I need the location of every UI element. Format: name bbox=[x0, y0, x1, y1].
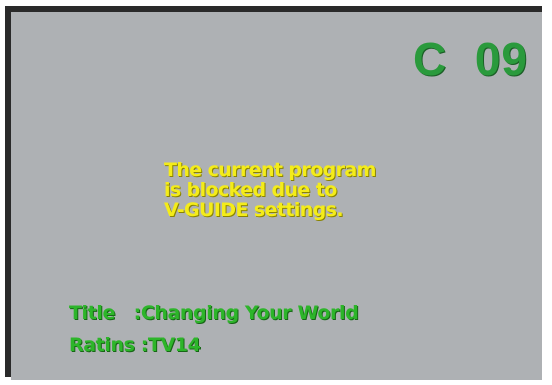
program-title-label: Title bbox=[69, 302, 115, 324]
program-title-value: :Changing Your World bbox=[133, 302, 359, 324]
program-rating-value: :TV14 bbox=[140, 334, 201, 356]
blocked-message-line-2: is blocked due to bbox=[164, 179, 337, 201]
blocked-message-line-1: The current program bbox=[164, 159, 376, 181]
channel-number: C 09 bbox=[413, 33, 528, 85]
program-rating-row: Ratins :TV14 bbox=[69, 334, 201, 356]
tv-screen: C 09 The current program is blocked due … bbox=[11, 12, 542, 380]
program-rating-label: Ratins bbox=[69, 334, 135, 356]
tv-frame: C 09 The current program is blocked due … bbox=[5, 6, 542, 380]
blocked-message: The current program is blocked due to V-… bbox=[164, 160, 376, 220]
program-title-row: Title :Changing Your World bbox=[69, 302, 359, 324]
blocked-message-line-3: V-GUIDE settings. bbox=[164, 199, 344, 221]
